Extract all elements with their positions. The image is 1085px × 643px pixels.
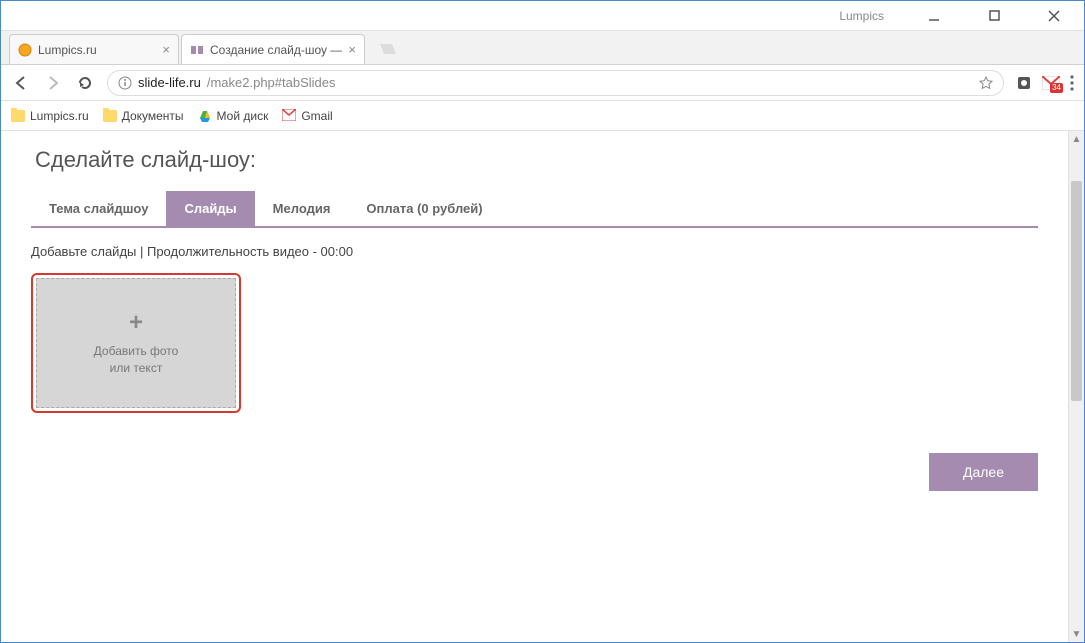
close-icon[interactable]: × [162,42,170,57]
url-input[interactable]: slide-life.ru/make2.php#tabSlides [107,70,1004,96]
favicon-icon [18,43,32,57]
bookmark-item[interactable]: Документы [103,109,184,123]
close-icon[interactable]: × [348,42,356,57]
bookmark-item[interactable]: Lumpics.ru [11,109,89,123]
bookmarks-bar: Lumpics.ru Документы Мой диск Gmail [1,101,1084,131]
browser-tabbar: Lumpics.ru × Создание слайд-шоу — × [1,31,1084,65]
tab-payment[interactable]: Оплата (0 рублей) [348,191,500,226]
scrollbar[interactable]: ▲ ▼ [1068,131,1084,642]
star-icon[interactable] [979,76,993,90]
scroll-down-icon[interactable]: ▼ [1069,626,1084,642]
url-host: slide-life.ru [138,75,201,90]
bookmark-label: Мой диск [217,109,269,123]
add-slide-button[interactable]: + Добавить фото или текст [36,278,236,408]
scroll-up-icon[interactable]: ▲ [1069,131,1084,147]
menu-icon[interactable] [1070,75,1074,91]
close-button[interactable] [1034,2,1074,30]
browser-tab-0[interactable]: Lumpics.ru × [9,34,179,64]
address-bar: slide-life.ru/make2.php#tabSlides 34 [1,65,1084,101]
tab-melody[interactable]: Мелодия [255,191,349,226]
browser-window: Lumpics Lumpics.ru × Создание слайд-ш [0,0,1085,643]
gmail-icon[interactable]: 34 [1042,76,1060,90]
info-icon [118,76,132,90]
tab-slides[interactable]: Слайды [166,191,254,226]
drive-icon [198,109,212,123]
bookmark-label: Gmail [301,109,332,123]
maximize-button[interactable] [974,2,1014,30]
tab-title: Создание слайд-шоу — [210,43,342,57]
bookmark-item[interactable]: Мой диск [198,109,269,123]
page-title: Сделайте слайд-шоу: [35,147,1038,173]
add-line1: Добавить фото [94,343,179,360]
hint-text: Добавьте слайды | Продолжительность виде… [31,244,1038,259]
extension-icon[interactable] [1016,75,1032,91]
window-title: Lumpics [839,9,894,23]
add-line2: или текст [110,360,163,377]
bookmark-label: Документы [122,109,184,123]
inner-tabs: Тема слайдшоу Слайды Мелодия Оплата (0 р… [31,191,1038,228]
tab-title: Lumpics.ru [38,43,156,57]
next-button[interactable]: Далее [929,453,1038,491]
forward-button[interactable] [43,75,63,91]
favicon-icon [190,43,204,57]
plus-icon: + [129,309,143,337]
url-path: /make2.php#tabSlides [207,75,336,90]
scroll-thumb[interactable] [1071,181,1082,401]
browser-tab-1[interactable]: Создание слайд-шоу — × [181,34,365,64]
tab-theme[interactable]: Тема слайдшоу [31,191,166,226]
reload-button[interactable] [75,75,95,91]
page-content: Сделайте слайд-шоу: Тема слайдшоу Слайды… [1,131,1068,642]
folder-icon [11,110,25,122]
viewport: Сделайте слайд-шоу: Тема слайдшоу Слайды… [1,131,1084,642]
gmail-letter-icon [282,109,296,123]
new-tab-button[interactable] [373,38,399,60]
titlebar: Lumpics [1,1,1084,31]
bookmark-label: Lumpics.ru [30,109,89,123]
back-button[interactable] [11,75,31,91]
folder-icon [103,110,117,122]
add-slide-highlight: + Добавить фото или текст [31,273,241,413]
minimize-button[interactable] [914,2,954,30]
gmail-badge: 34 [1050,83,1063,93]
bookmark-item[interactable]: Gmail [282,109,332,123]
